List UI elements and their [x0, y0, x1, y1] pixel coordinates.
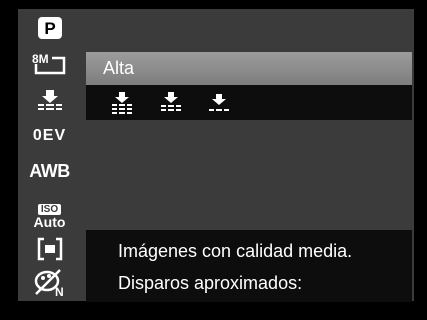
sidebar-item-white-balance[interactable]: AWB [18, 154, 81, 188]
exposure-label: 0EV [32, 127, 67, 144]
sidebar-item-mode[interactable]: P [18, 11, 81, 45]
sidebar-item-iso[interactable]: ISO Auto [18, 197, 81, 237]
metering-center-icon [37, 237, 62, 261]
quality-fine-icon[interactable] [110, 91, 134, 115]
sidebar-item-color[interactable]: N [18, 266, 81, 300]
image-size-8m-icon: 8M [29, 51, 65, 75]
info-description: Imágenes con calidad media. [118, 241, 353, 261]
sidebar-item-size[interactable]: 8M [18, 47, 81, 81]
quality-normal-option-icon[interactable] [159, 91, 183, 115]
sidebar-item-quality[interactable] [18, 83, 81, 117]
white-balance-label: AWB [29, 160, 70, 181]
camera-screen: P 8M 0EV AWB ISO Auto N Alta Imágenes co… [0, 0, 427, 320]
quality-options-row [86, 85, 412, 120]
sidebar-item-exposure[interactable]: 0EV [18, 119, 81, 153]
quality-menu-header[interactable]: Alta [86, 52, 412, 85]
quality-normal-icon [37, 90, 62, 111]
quality-economy-icon[interactable] [207, 91, 231, 115]
color-normal-icon: N [34, 269, 64, 298]
selected-option-label: Alta [103, 58, 135, 78]
info-box: Imágenes con calidad media. Disparos apr… [86, 230, 412, 302]
iso-auto-label: Auto [33, 214, 66, 230]
settings-sidebar: P 8M 0EV AWB ISO Auto N [18, 9, 81, 301]
color-label: N [55, 285, 64, 298]
sidebar-item-metering[interactable] [18, 232, 81, 266]
program-mode-icon: P [37, 17, 62, 39]
info-shots-remaining: Disparos aproximados: [118, 273, 303, 293]
size-label: 8M [32, 52, 49, 66]
mode-label: P [44, 19, 55, 38]
